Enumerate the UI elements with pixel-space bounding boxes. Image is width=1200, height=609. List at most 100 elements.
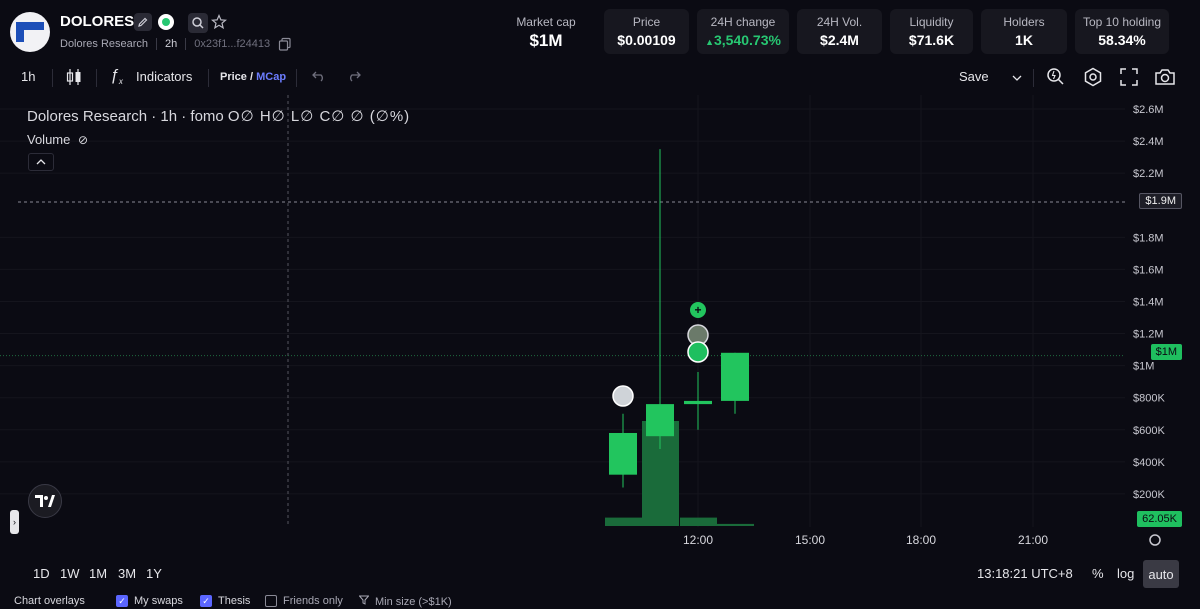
stat-value: ▲3,540.73%: [697, 32, 789, 48]
stat-label: 24H Vol.: [816, 15, 863, 29]
range-1y-button[interactable]: 1Y: [146, 566, 162, 581]
stat-24h-change: 24H change ▲3,540.73%: [697, 9, 789, 54]
price-option[interactable]: Price: [220, 71, 247, 83]
x-axis-tick-label: 12:00: [683, 533, 713, 547]
interval-selector[interactable]: 1h: [21, 69, 35, 84]
my-swaps-toggle[interactable]: ✓ My swaps: [116, 595, 183, 607]
settings-hex-icon[interactable]: [1083, 67, 1103, 90]
volume-bar: [605, 517, 642, 526]
y-axis-tick-label: $1.2M: [1133, 329, 1164, 341]
chart-bottom-bar: 1D 1W 1M 3M 1Y 13:18:21 UTC+8 % log auto: [0, 560, 1200, 588]
edit-icon[interactable]: [134, 13, 152, 31]
volume-bar: [717, 523, 754, 526]
chart-overlays-title: Chart overlays: [14, 595, 85, 607]
y-axis-tick-label: $400K: [1133, 457, 1165, 469]
stat-value: 1K: [1015, 32, 1033, 48]
stat-value: $0.00109: [617, 32, 676, 48]
current-price-tag: $1M: [1150, 344, 1182, 360]
volume-bar: [680, 517, 717, 526]
undo-icon[interactable]: [312, 70, 326, 85]
chain-badge-icon: [158, 14, 174, 30]
axis-settings-gear-icon: [1149, 534, 1161, 546]
stat-price: Price $0.00109: [604, 9, 689, 54]
chart-area[interactable]: $2.6M $2.4M $2.2M $1.8M $1.6M $1.4M $1.2M $1M $8…: [0, 95, 1200, 555]
legend-ohlc: O∅ H∅ L∅ C∅ ∅ (∅%): [227, 108, 411, 125]
tradingview-logo[interactable]: [28, 484, 62, 518]
stat-liquidity: Liquidity $71.6K: [890, 9, 973, 54]
y-axis-tick-label: $200K: [1133, 489, 1165, 501]
x-axis-tick-label: 18:00: [906, 533, 936, 547]
toggle-slash: /: [249, 71, 254, 83]
stat-market-cap: Market cap $1M: [506, 9, 586, 54]
trader-avatar-marker: [612, 385, 634, 407]
y-axis-tick-label: $1M: [1133, 361, 1154, 373]
save-button[interactable]: Save: [959, 69, 989, 84]
stat-value: $1M: [529, 31, 563, 50]
change-value: 3,540.73%: [713, 32, 781, 48]
stat-label: Holders: [1003, 15, 1045, 29]
chart-toolbar: 1h ƒx Indicators Price / MCap Save: [0, 60, 1200, 95]
range-1m-button[interactable]: 1M: [89, 566, 107, 581]
thesis-toggle[interactable]: ✓ Thesis: [200, 595, 250, 607]
token-subtitle: Dolores Research: [60, 38, 149, 50]
time-readout[interactable]: 13:18:21 UTC+8: [977, 566, 1073, 581]
y-axis-tick-label: $2.6M: [1133, 104, 1164, 116]
log-scale-button[interactable]: log: [1117, 566, 1134, 581]
candle-body: [684, 400, 712, 405]
x-axis-tick-label: 15:00: [795, 533, 825, 547]
x-axis-tick-label: 21:00: [1018, 533, 1048, 547]
save-dropdown-chevron-icon[interactable]: [1012, 70, 1022, 85]
stat-label: Market cap: [516, 15, 576, 29]
my-swaps-label: My swaps: [134, 595, 183, 607]
range-3m-button[interactable]: 3M: [118, 566, 136, 581]
indicators-fx-icon[interactable]: ƒx: [110, 67, 123, 86]
candle-body: [721, 352, 749, 401]
stat-value: $71.6K: [908, 32, 955, 48]
collapse-legend-button[interactable]: [28, 153, 54, 171]
stat-label: Price: [632, 15, 661, 29]
quick-search-icon[interactable]: [1046, 67, 1066, 90]
stat-label: Liquidity: [909, 15, 954, 29]
range-1d-button[interactable]: 1D: [33, 566, 50, 581]
mcap-option[interactable]: MCap: [256, 71, 286, 83]
token-name: DOLORES: [60, 13, 135, 30]
min-size-filter[interactable]: Min size (>$1K): [358, 595, 452, 608]
volume-legend: Volume ⊘: [27, 132, 88, 147]
trader-avatar-marker: [687, 341, 709, 363]
favorite-star-icon[interactable]: [210, 13, 228, 31]
stat-24h-volume: 24H Vol. $2.4M: [797, 9, 882, 54]
price-chart[interactable]: $2.6M $2.4M $2.2M $1.8M $1.6M $1.4M $1.2M $1M $8…: [0, 95, 1200, 555]
token-address[interactable]: 0x23f1...f24413: [194, 38, 270, 50]
up-arrow-icon: ▲: [705, 37, 714, 47]
checkbox-unchecked-icon[interactable]: [265, 595, 277, 607]
price-mcap-toggle[interactable]: Price / MCap: [220, 71, 286, 83]
redo-icon[interactable]: [347, 70, 361, 85]
range-1w-button[interactable]: 1W: [60, 566, 80, 581]
y-axis-tick-label: $2.2M: [1133, 168, 1164, 180]
checkbox-checked-icon[interactable]: ✓: [200, 595, 212, 607]
crosshair-price-tag: $1.9M: [1139, 193, 1182, 209]
candle-body: [609, 432, 637, 475]
hide-eye-icon[interactable]: ⊘: [78, 133, 88, 147]
token-header: DOLORES Dolores Research 2h 0x23f1...f24…: [0, 0, 1200, 60]
legend-title: Dolores Research · 1h · fomo: [27, 108, 224, 125]
friends-only-toggle[interactable]: Friends only: [265, 595, 343, 607]
token-age: 2h: [165, 38, 178, 50]
copy-icon[interactable]: [278, 37, 292, 51]
auto-scale-button[interactable]: auto: [1143, 560, 1179, 588]
screenshot-camera-icon[interactable]: [1154, 68, 1176, 89]
min-size-label: Min size (>$1K): [375, 595, 452, 608]
overlays-title: Chart overlays: [14, 595, 85, 607]
candle-type-icon[interactable]: [66, 68, 82, 89]
token-subline: Dolores Research 2h 0x23f1...f24413: [60, 37, 292, 51]
search-icon[interactable]: [188, 13, 208, 33]
checkbox-checked-icon[interactable]: ✓: [116, 595, 128, 607]
fullscreen-icon[interactable]: [1120, 68, 1138, 89]
y-axis-tick-label: $1.4M: [1133, 296, 1164, 308]
stat-top10: Top 10 holding 58.34%: [1075, 9, 1169, 54]
expand-sidebar-tab[interactable]: ›: [10, 510, 19, 534]
thesis-label: Thesis: [218, 595, 251, 607]
y-axis-tick-label: $1.6M: [1133, 264, 1164, 276]
indicators-button[interactable]: Indicators: [136, 69, 192, 84]
percent-scale-button[interactable]: %: [1092, 566, 1104, 581]
